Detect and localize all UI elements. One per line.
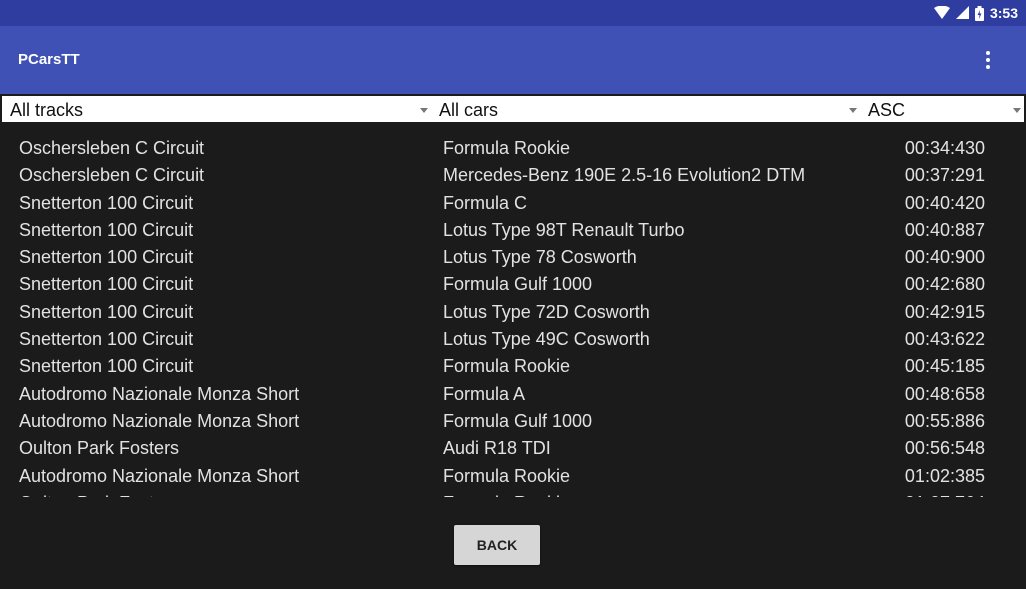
wifi-icon [933, 6, 950, 19]
lap-time: 00:48:658 [904, 383, 985, 404]
app-bar: PCarsTT [0, 26, 1026, 94]
track-name: Snetterton 100 Circuit [19, 301, 194, 322]
car-name: Lotus Type 49C Cosworth [443, 329, 650, 350]
track-name: Snetterton 100 Circuit [19, 219, 194, 240]
car-filter-dropdown[interactable]: All cars [431, 96, 860, 122]
order-dropdown[interactable]: ASC [860, 96, 1024, 122]
car-filter-value: All cars [439, 100, 499, 120]
back-button[interactable]: BACK [454, 525, 540, 565]
track-filter-dropdown[interactable]: All tracks [2, 96, 431, 122]
list-item[interactable]: Oulton Park Fosters Audi R18 TDI 00:56:548 [0, 435, 1026, 462]
car-name: Audi R18 TDI [443, 438, 551, 459]
track-name: Oulton Park Fosters [19, 493, 179, 497]
list-item[interactable]: Snetterton 100 Circuit Formula C 00:40:420 [0, 190, 1026, 217]
lap-time: 00:45:185 [904, 356, 985, 377]
lap-time: 00:37:291 [904, 165, 985, 186]
track-name: Snetterton 100 Circuit [19, 356, 194, 377]
signal-icon [955, 6, 969, 19]
track-filter-value: All tracks [10, 100, 84, 120]
lap-time: 00:40:900 [904, 247, 985, 268]
track-name: Oschersleben C Circuit [19, 138, 205, 158]
lap-time: 00:56:548 [904, 438, 985, 459]
track-name: Snetterton 100 Circuit [19, 247, 194, 268]
car-name: Formula C [443, 192, 528, 213]
lap-time: 01:07:764 [905, 493, 985, 497]
filter-bar: All tracks All cars ASC [0, 94, 1026, 124]
track-name: Autodromo Nazionale Monza Short [19, 410, 300, 431]
chevron-down-icon [849, 108, 857, 113]
car-name: Formula Gulf 1000 [443, 274, 593, 295]
track-name: Autodromo Nazionale Monza Short [19, 465, 300, 486]
lap-time: 00:34:430 [904, 138, 985, 158]
car-name: Lotus Type 98T Renault Turbo [443, 219, 685, 240]
list-item[interactable]: Oschersleben C Circuit Formula Rookie 00:3… [0, 135, 1026, 162]
overflow-menu-icon[interactable] [978, 48, 998, 72]
car-name: Formula Rookie [443, 138, 571, 158]
list-item[interactable]: Autodromo Nazionale Monza Short Formula R… [0, 463, 1026, 490]
list-item[interactable]: Snetterton 100 Circuit Lotus Type 49C Cos… [0, 326, 1026, 353]
list-item[interactable]: Snetterton 100 Circuit Lotus Type 98T Ren… [0, 217, 1026, 244]
track-name: Oulton Park Fosters [19, 438, 180, 459]
lap-time: 00:55:886 [904, 410, 985, 431]
car-name: Lotus Type 78 Cosworth [443, 247, 637, 268]
lap-time: 00:42:680 [904, 274, 985, 295]
track-name: Snetterton 100 Circuit [19, 274, 194, 295]
list-item[interactable]: Oulton Park Fosters Formula Rookie 01:07:7… [0, 490, 1026, 497]
track-name: Oschersleben C Circuit [19, 165, 205, 186]
order-value: ASC [868, 100, 906, 120]
car-name: Formula A [443, 383, 526, 404]
status-bar: 3:53 [0, 0, 1026, 26]
car-name: Formula Gulf 1000 [443, 410, 593, 431]
list-item[interactable]: Snetterton 100 Circuit Lotus Type 78 Cosw… [0, 244, 1026, 271]
lap-times-list[interactable]: Oschersleben C Circuit Formula Rookie 00:3… [0, 135, 1026, 497]
car-name: Mercedes-Benz 190E 2.5-16 Evolution2 DTM [443, 165, 806, 186]
app-title: PCarsTT [18, 51, 80, 68]
list-item[interactable]: Autodromo Nazionale Monza Short Formula G… [0, 408, 1026, 435]
chevron-down-icon [1013, 108, 1021, 113]
status-time: 3:53 [989, 5, 1018, 21]
car-name: Formula Rookie [443, 493, 570, 497]
car-name: Formula Rookie [443, 465, 571, 486]
lap-time: 01:02:385 [904, 465, 985, 486]
list-item[interactable]: Snetterton 100 Circuit Lotus Type 72D Cos… [0, 299, 1026, 326]
status-icons: 3:53 [933, 4, 1018, 22]
lap-time: 00:40:887 [904, 219, 985, 240]
list-item[interactable]: Oschersleben C Circuit Mercedes-Benz 190E… [0, 162, 1026, 189]
list-item[interactable]: Autodromo Nazionale Monza Short Formula A… [0, 381, 1026, 408]
list-item[interactable]: Snetterton 100 Circuit Formula Gulf 1000 0… [0, 271, 1026, 298]
lap-time: 00:42:915 [904, 301, 985, 322]
car-name: Formula Rookie [443, 356, 571, 377]
lap-time: 00:40:420 [904, 192, 985, 213]
list-item[interactable]: Snetterton 100 Circuit Formula Rookie 00:4… [0, 353, 1026, 380]
track-name: Autodromo Nazionale Monza Short [19, 383, 300, 404]
lap-time: 00:43:622 [904, 329, 985, 350]
track-name: Snetterton 100 Circuit [19, 192, 194, 213]
car-name: Lotus Type 72D Cosworth [443, 301, 650, 322]
battery-icon [974, 5, 984, 21]
track-name: Snetterton 100 Circuit [19, 329, 194, 350]
chevron-down-icon [420, 108, 428, 113]
